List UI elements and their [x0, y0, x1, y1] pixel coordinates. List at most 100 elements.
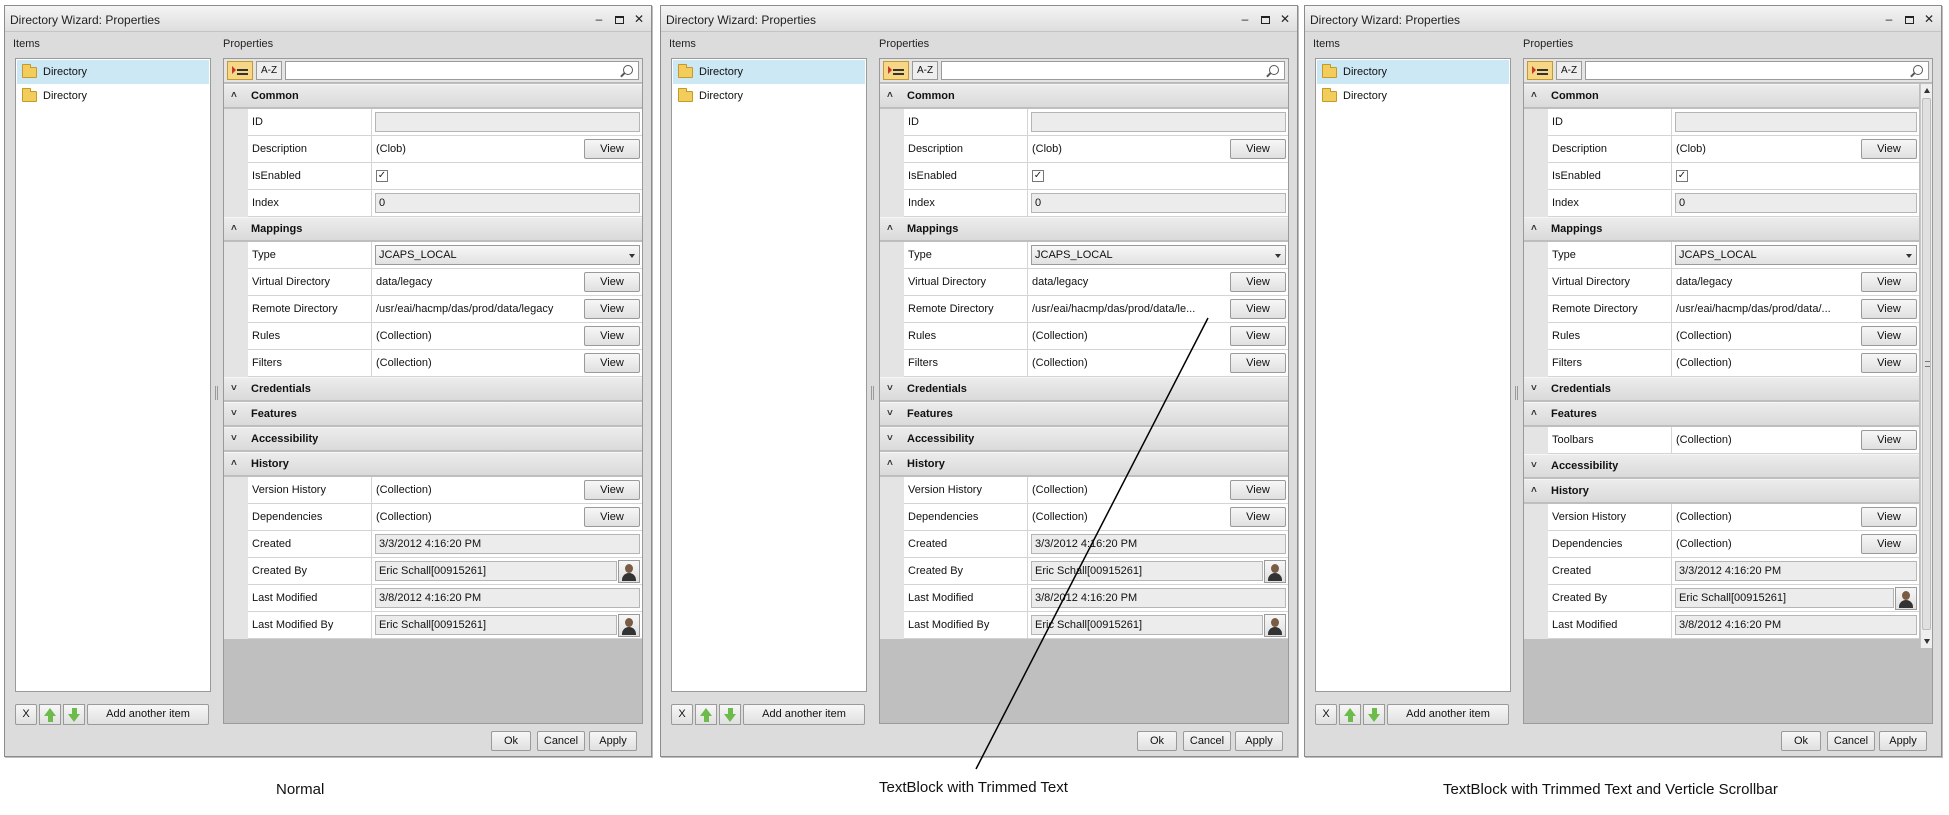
chevron-up-icon[interactable]: ˄ — [1531, 90, 1537, 101]
category-common[interactable]: ˄ Common — [224, 84, 642, 108]
title-bar[interactable]: Directory Wizard: Properties – ✕ — [1305, 6, 1941, 32]
property-row-dependencies[interactable]: Dependencies (Collection) View — [248, 504, 642, 531]
move-down-button[interactable] — [719, 704, 741, 725]
property-row-last-modified-by[interactable]: Last Modified By Eric Schall[00915261] — [248, 612, 642, 639]
view-button[interactable]: View — [584, 299, 640, 319]
property-row-version-history[interactable]: Version History (Collection) View — [248, 477, 642, 504]
category-history[interactable]: ˄ History — [1524, 479, 1919, 503]
category-credentials[interactable]: ˅ Credentials — [224, 377, 642, 401]
view-button[interactable]: View — [1861, 534, 1917, 554]
view-button[interactable]: View — [1230, 326, 1286, 346]
cancel-button[interactable]: Cancel — [537, 731, 585, 751]
close-icon[interactable]: ✕ — [1277, 12, 1293, 26]
property-row-dependencies[interactable]: Dependencies (Collection) View — [904, 504, 1288, 531]
view-button[interactable]: View — [1230, 299, 1286, 319]
enabled-checkbox[interactable]: ✓ — [376, 170, 388, 182]
remove-item-button[interactable]: X — [15, 704, 37, 725]
chevron-up-icon[interactable]: ˄ — [887, 458, 893, 469]
property-row-isenabled[interactable]: IsEnabled ✓ — [1548, 163, 1919, 190]
alphabetical-view-button[interactable]: A-Z — [256, 61, 282, 80]
scroll-up-icon[interactable] — [1924, 88, 1930, 93]
property-row-filters[interactable]: Filters (Collection) View — [1548, 350, 1919, 377]
move-up-button[interactable] — [695, 704, 717, 725]
list-item[interactable]: Directory — [17, 60, 209, 84]
chevron-down-icon[interactable]: ˅ — [887, 408, 893, 419]
enabled-checkbox[interactable]: ✓ — [1032, 170, 1044, 182]
chevron-down-icon[interactable]: ˅ — [231, 408, 237, 419]
maximize-icon[interactable] — [1257, 12, 1273, 26]
view-button[interactable]: View — [1230, 507, 1286, 527]
items-list[interactable]: Directory Directory — [671, 58, 867, 692]
list-item[interactable]: Directory — [673, 60, 865, 84]
view-button[interactable]: View — [1230, 353, 1286, 373]
minimize-icon[interactable]: – — [591, 12, 607, 26]
move-down-button[interactable] — [1363, 704, 1385, 725]
panel-splitter[interactable] — [871, 386, 874, 400]
cancel-button[interactable]: Cancel — [1827, 731, 1875, 751]
chevron-down-icon[interactable]: ˅ — [1531, 460, 1537, 471]
property-row-last-modified[interactable]: Last Modified 3/8/2012 4:16:20 PM — [248, 585, 642, 612]
chevron-up-icon[interactable]: ˄ — [231, 458, 237, 469]
view-button[interactable]: View — [584, 139, 640, 159]
chevron-down-icon[interactable]: ˅ — [231, 433, 237, 444]
property-row-created[interactable]: Created 3/3/2012 4:16:20 PM — [904, 531, 1288, 558]
property-row-last-modified-by[interactable]: Last Modified By Eric Schall[00915261] — [904, 612, 1288, 639]
maximize-icon[interactable] — [1901, 12, 1917, 26]
scroll-thumb[interactable] — [1922, 98, 1931, 630]
view-button[interactable]: View — [584, 480, 640, 500]
ok-button[interactable]: Ok — [491, 731, 531, 751]
property-search-input[interactable] — [1585, 61, 1929, 80]
chevron-up-icon[interactable]: ˄ — [1531, 223, 1537, 234]
property-row-rules[interactable]: Rules (Collection) View — [904, 323, 1288, 350]
property-row-virtual-directory[interactable]: Virtual Directory data/legacy View — [904, 269, 1288, 296]
apply-button[interactable]: Apply — [1235, 731, 1283, 751]
apply-button[interactable]: Apply — [1879, 731, 1927, 751]
chevron-up-icon[interactable]: ˄ — [1531, 408, 1537, 419]
view-button[interactable]: View — [1861, 430, 1917, 450]
view-button[interactable]: View — [1230, 139, 1286, 159]
add-item-button[interactable]: Add another item — [743, 704, 865, 725]
title-bar[interactable]: Directory Wizard: Properties – ✕ — [661, 6, 1297, 32]
property-row-type[interactable]: Type JCAPS_LOCAL — [904, 242, 1288, 269]
chevron-up-icon[interactable]: ˄ — [231, 90, 237, 101]
category-accessibility[interactable]: ˅ Accessibility — [224, 427, 642, 451]
category-credentials[interactable]: ˅ Credentials — [880, 377, 1288, 401]
property-row-isenabled[interactable]: IsEnabled ✓ — [248, 163, 642, 190]
chevron-down-icon[interactable]: ˅ — [231, 383, 237, 394]
alphabetical-view-button[interactable]: A-Z — [1556, 61, 1582, 80]
minimize-icon[interactable]: – — [1881, 12, 1897, 26]
view-button[interactable]: View — [584, 353, 640, 373]
items-list[interactable]: Directory Directory — [15, 58, 211, 692]
property-search-input[interactable] — [941, 61, 1285, 80]
type-select[interactable]: JCAPS_LOCAL — [375, 245, 640, 265]
property-row-index[interactable]: Index 0 — [1548, 190, 1919, 217]
chevron-down-icon[interactable]: ˅ — [1531, 383, 1537, 394]
property-row-index[interactable]: Index 0 — [248, 190, 642, 217]
user-picker-button[interactable] — [618, 614, 640, 637]
property-row-remote-directory[interactable]: Remote Directory/usr/eai/hacmp/das/prod/… — [904, 296, 1288, 323]
ok-button[interactable]: Ok — [1137, 731, 1177, 751]
property-row-created-by[interactable]: Created By Eric Schall[00915261] — [904, 558, 1288, 585]
chevron-down-icon[interactable]: ˅ — [887, 383, 893, 394]
property-row-created-by[interactable]: Created By Eric Schall[00915261] — [1548, 585, 1919, 612]
property-row-dependencies[interactable]: Dependencies (Collection) View — [1548, 531, 1919, 558]
scroll-down-icon[interactable] — [1924, 639, 1930, 644]
property-row-description[interactable]: Description (Clob) View — [904, 136, 1288, 163]
ok-button[interactable]: Ok — [1781, 731, 1821, 751]
view-button[interactable]: View — [1861, 139, 1917, 159]
move-up-button[interactable] — [39, 704, 61, 725]
property-row-filters[interactable]: Filters (Collection) View — [904, 350, 1288, 377]
property-row-last-modified[interactable]: Last Modified 3/8/2012 4:16:20 PM — [1548, 612, 1919, 639]
property-row-isenabled[interactable]: IsEnabled ✓ — [904, 163, 1288, 190]
user-picker-button[interactable] — [1264, 560, 1286, 583]
view-button[interactable]: View — [584, 507, 640, 527]
alphabetical-view-button[interactable]: A-Z — [912, 61, 938, 80]
items-list[interactable]: Directory Directory — [1315, 58, 1511, 692]
add-item-button[interactable]: Add another item — [1387, 704, 1509, 725]
category-mappings[interactable]: ˄ Mappings — [1524, 217, 1919, 241]
minimize-icon[interactable]: – — [1237, 12, 1253, 26]
property-row-rules[interactable]: Rules (Collection) View — [1548, 323, 1919, 350]
property-row-index[interactable]: Index 0 — [904, 190, 1288, 217]
close-icon[interactable]: ✕ — [631, 12, 647, 26]
category-common[interactable]: ˄ Common — [1524, 84, 1919, 108]
